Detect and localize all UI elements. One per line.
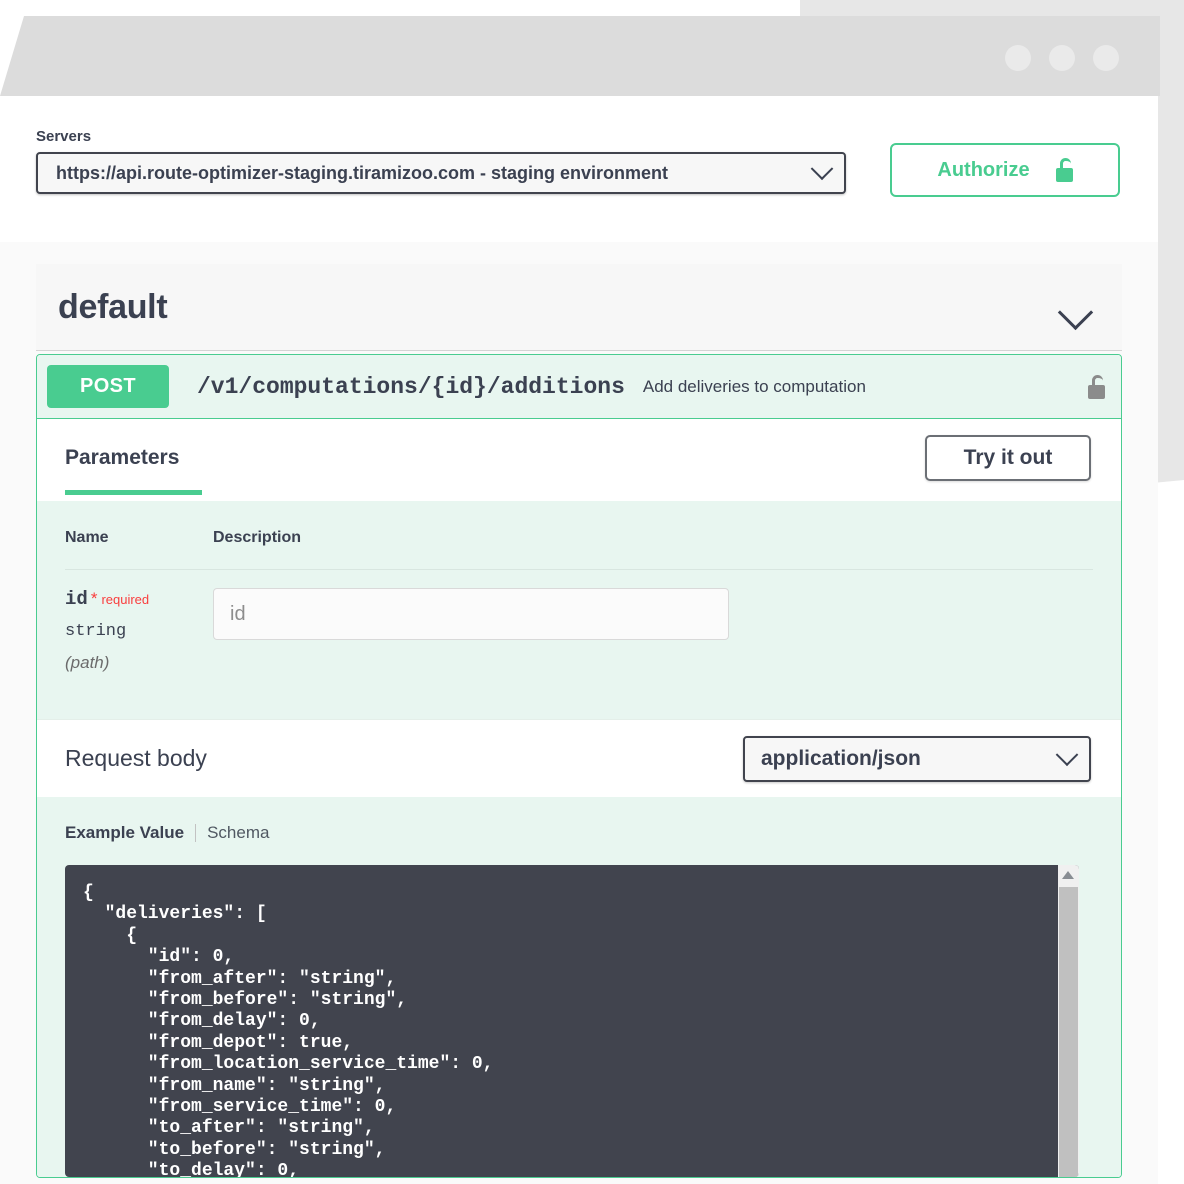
- id-input[interactable]: [213, 588, 729, 640]
- required-star: *: [91, 589, 98, 608]
- chevron-down-icon: [811, 157, 834, 180]
- unlock-icon: [1056, 158, 1073, 182]
- opblock-body: Parameters Try it out Name Description: [37, 419, 1121, 1177]
- content-type-select[interactable]: application/json: [743, 736, 1091, 782]
- endpoint-summary: Add deliveries to computation: [643, 377, 1088, 397]
- parameter-type: string: [65, 622, 213, 641]
- window-dot-close-icon: [1005, 45, 1031, 71]
- http-method-badge: POST: [47, 365, 169, 408]
- swagger-content: default POST /v1/computations/{id}/addit…: [0, 242, 1158, 1184]
- request-body-header: Request body application/json: [37, 719, 1121, 797]
- column-header-description: Description: [213, 529, 1093, 570]
- window-title-bar: [0, 16, 1160, 96]
- parameter-name-cell: id*required string (path): [65, 570, 213, 698]
- example-json-text: { "deliveries": [ { "id": 0, "from_after…: [65, 865, 1079, 1177]
- servers-select-value: https://api.route-optimizer-staging.tira…: [56, 163, 814, 184]
- parameter-name: id: [65, 588, 88, 610]
- tab-schema[interactable]: Schema: [196, 823, 269, 843]
- servers-select[interactable]: https://api.route-optimizer-staging.tira…: [36, 152, 846, 194]
- opblock-tag-default[interactable]: default: [36, 264, 1122, 351]
- opblock-post-additions: POST /v1/computations/{id}/additions Add…: [36, 354, 1122, 1178]
- try-it-out-button[interactable]: Try it out: [925, 435, 1091, 481]
- window-dot-maximize-icon: [1093, 45, 1119, 71]
- authorize-button[interactable]: Authorize: [890, 143, 1120, 197]
- parameter-location: (path): [65, 653, 213, 673]
- opblock-summary[interactable]: POST /v1/computations/{id}/additions Add…: [37, 355, 1121, 419]
- caret-up-icon[interactable]: [1062, 871, 1074, 879]
- code-scrollbar[interactable]: [1058, 865, 1079, 1177]
- page-title: default: [58, 288, 167, 327]
- window-dot-minimize-icon: [1049, 45, 1075, 71]
- parameters-table: Name Description id*required string (pat…: [65, 529, 1093, 697]
- chevron-down-icon[interactable]: [1058, 295, 1093, 330]
- authorize-button-label: Authorize: [937, 159, 1029, 182]
- endpoint-path: /v1/computations/{id}/additions: [197, 374, 625, 400]
- example-code-block: { "deliveries": [ { "id": 0, "from_after…: [65, 865, 1079, 1177]
- code-scrollbar-thumb[interactable]: [1059, 887, 1078, 1177]
- tab-example-value[interactable]: Example Value: [65, 823, 195, 843]
- column-header-name: Name: [65, 529, 213, 570]
- parameters-region: Name Description id*required string (pat…: [37, 501, 1121, 719]
- content-type-value: application/json: [761, 747, 1059, 771]
- table-header-row: Name Description: [65, 529, 1093, 570]
- tab-parameters-underline: [65, 490, 202, 495]
- unlock-icon[interactable]: [1088, 375, 1105, 399]
- example-tabs: Example Value Schema: [65, 823, 1093, 843]
- request-body-label: Request body: [65, 745, 743, 772]
- tab-parameters[interactable]: Parameters: [65, 446, 179, 474]
- example-region: Example Value Schema { "deliveries": [ {…: [37, 797, 1121, 1177]
- parameters-header: Parameters Try it out: [37, 419, 1121, 501]
- servers-label: Servers: [36, 128, 91, 145]
- table-row: id*required string (path): [65, 570, 1093, 698]
- parameter-input-cell: [213, 570, 1093, 698]
- required-label: required: [101, 592, 149, 607]
- chevron-down-icon: [1056, 743, 1079, 766]
